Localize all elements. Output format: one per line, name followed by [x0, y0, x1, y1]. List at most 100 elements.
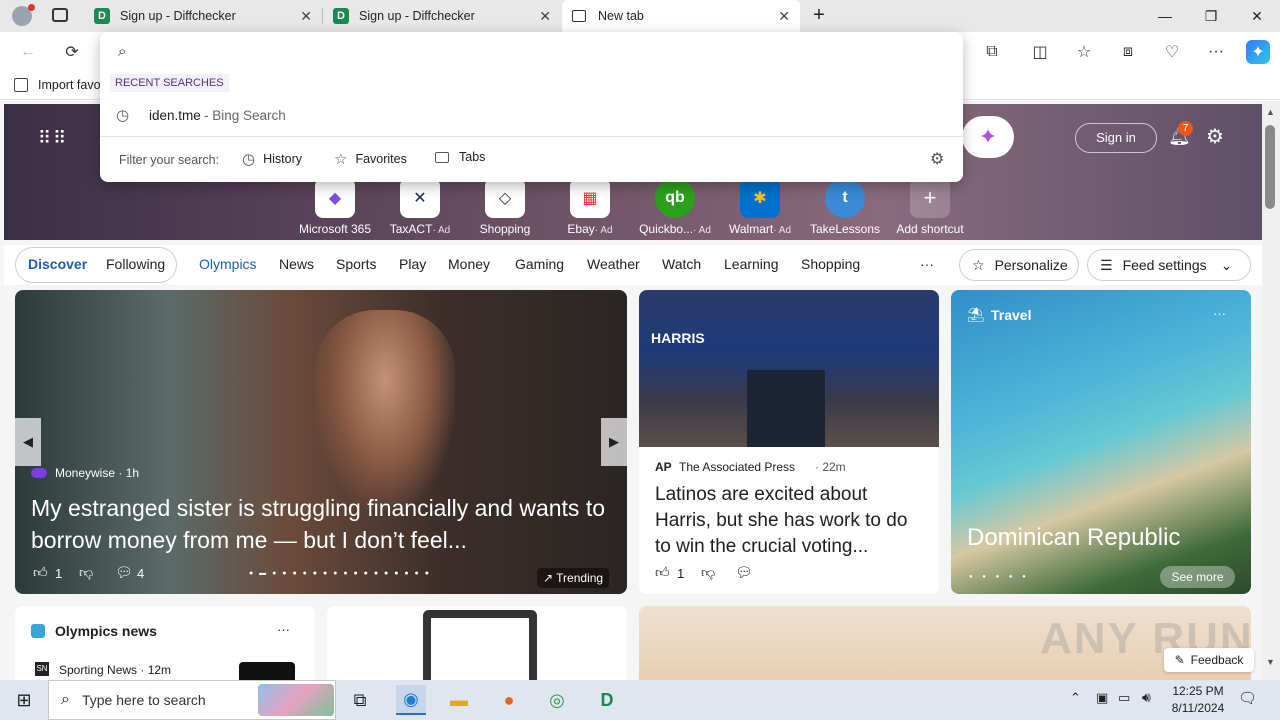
extensions-icon[interactable]: ⧉ [980, 40, 1004, 64]
carousel-dots[interactable]: ● ● ● ● ● [969, 574, 1030, 580]
page-scrollbar[interactable]: ▲ ▼ [1262, 101, 1280, 680]
tab-diffchecker-2[interactable]: D Sign up - Diffchecker ✕ [323, 0, 561, 32]
shortcut-microsoft-365[interactable]: ◆ Microsoft 365 [295, 178, 375, 236]
card-more-icon[interactable]: ··· [277, 622, 290, 637]
tab-diffchecker-1[interactable]: D Sign up - Diffchecker ✕ [84, 0, 322, 32]
scrollbar-thumb[interactable] [1265, 125, 1275, 209]
travel-title[interactable]: Dominican Republic [967, 524, 1180, 552]
next-arrow-button[interactable]: ▶ [601, 418, 627, 466]
main-story-card[interactable]: ◀ ▶ Moneywise · 1h My estranged sister i… [15, 290, 627, 594]
diffchecker-taskbar-icon[interactable]: D [592, 685, 622, 715]
shortcut-takelessons[interactable]: t TakeLessons [805, 178, 885, 236]
travel-card[interactable]: ⛱ Travel ··· Dominican Republic ● ● ● ● … [951, 290, 1251, 594]
import-favorites-link[interactable]: Import favo [38, 78, 101, 92]
collections-icon[interactable]: ⧈ [1116, 40, 1140, 64]
edge-taskbar-icon[interactable]: ◉ [396, 685, 426, 715]
product-card[interactable] [327, 606, 627, 686]
nav-watch[interactable]: Watch [662, 256, 701, 272]
personalize-button[interactable]: ☆ Personalize [959, 249, 1079, 281]
olympics-news-title: Olympics news [55, 623, 157, 639]
card-more-icon[interactable]: ··· [1213, 306, 1226, 321]
shortcut-walmart[interactable]: ✱ Walmart· Ad [720, 178, 800, 236]
firefox-icon[interactable]: ● [494, 685, 524, 715]
filter-history[interactable]: ◷ History [242, 150, 302, 168]
history-icon: ◷ [242, 151, 256, 168]
scroll-down-arrow-icon[interactable]: ▼ [1266, 657, 1275, 667]
recent-search-item[interactable]: ◷ iden.tme - Bing Search [100, 100, 963, 130]
notifications-icon[interactable]: 🗨︎ [1238, 689, 1257, 707]
clock-time[interactable]: 12:25 PM [1168, 684, 1228, 698]
olympics-news-card[interactable]: Olympics news ··· SN Sporting News · 12m [15, 606, 315, 686]
chrome-icon[interactable]: ◎ [542, 685, 572, 715]
network-icon[interactable]: ▭ [1118, 690, 1130, 706]
shortcut-taxact[interactable]: ✕ TaxACT· Ad [380, 178, 460, 236]
favorites-star-icon[interactable]: ☆ [1072, 40, 1096, 64]
tab-discover[interactable]: Discover [28, 256, 87, 272]
file-explorer-icon[interactable]: ▬ [444, 685, 474, 715]
story-headline[interactable]: Latinos are excited about Harris, but sh… [655, 482, 927, 560]
nav-play[interactable]: Play [399, 256, 426, 272]
filter-tabs[interactable]: Tabs [435, 150, 485, 164]
walmart-icon: ✱ [740, 178, 780, 218]
clock-date[interactable]: 8/11/2024 [1164, 701, 1232, 715]
windows-start-icon[interactable]: ⊞ [9, 685, 39, 715]
address-input[interactable] [144, 38, 944, 66]
nav-more-icon[interactable]: ··· [920, 256, 934, 272]
more-menu-icon[interactable]: ··· [1204, 40, 1228, 64]
copilot-icon[interactable]: ✦ [1246, 40, 1270, 64]
prev-arrow-button[interactable]: ◀ [15, 418, 41, 466]
see-more-button[interactable]: See more [1160, 566, 1235, 588]
restore-button[interactable]: ❐ [1188, 0, 1234, 32]
window-close-button[interactable]: ✕ [1234, 0, 1280, 32]
nav-money[interactable]: Money [448, 256, 490, 272]
nav-weather[interactable]: Weather [587, 256, 640, 272]
task-view-icon[interactable]: ⧉ [345, 685, 375, 715]
scroll-up-arrow-icon[interactable]: ▲ [1266, 107, 1275, 117]
news-story-card[interactable]: HARRIS AP The Associated Press · 22m Lat… [639, 290, 939, 594]
close-tab-icon[interactable]: ✕ [539, 8, 551, 25]
filter-favorites[interactable]: ☆ Favorites [334, 150, 407, 168]
back-icon[interactable]: ← [16, 40, 40, 64]
split-screen-icon[interactable]: ◫ [1028, 40, 1052, 64]
volume-icon[interactable]: 🔊︎ [1142, 689, 1151, 706]
browser-essentials-icon[interactable]: ♡ [1160, 40, 1184, 64]
feed-settings-button[interactable]: ☰ Feed settings ⌄ [1087, 249, 1251, 281]
dislike-icon[interactable]: 👎︎ [701, 564, 715, 581]
comment-icon[interactable]: 💬︎ [115, 564, 133, 581]
tab-new-tab[interactable]: New tab ✕ [562, 0, 800, 32]
tab-following[interactable]: Following [106, 256, 165, 272]
minimize-button[interactable]: — [1142, 0, 1188, 32]
add-shortcut-button[interactable]: + Add shortcut [890, 178, 970, 236]
new-tab-button[interactable]: + [808, 4, 830, 26]
nav-learning[interactable]: Learning [724, 256, 779, 272]
history-clock-icon: ◷ [116, 107, 130, 124]
recent-search-query: iden.tme [149, 108, 201, 123]
story-time: · 22m [815, 460, 846, 474]
shortcut-ebay[interactable]: ▦ Ebay· Ad [550, 178, 630, 236]
tray-device-icon[interactable]: ▣ [1096, 690, 1108, 706]
page-settings-gear-icon[interactable]: ⚙ [1206, 124, 1224, 149]
copilot-search-icon[interactable]: ✦ [962, 116, 1014, 158]
nav-sports[interactable]: Sports [336, 256, 376, 272]
search-settings-gear-icon[interactable]: ⚙ [930, 149, 944, 169]
feedback-button[interactable]: ✎ Feedback [1164, 648, 1254, 672]
nav-news[interactable]: News [279, 256, 314, 272]
close-tab-icon[interactable]: ✕ [300, 8, 312, 25]
tray-chevron-icon[interactable]: ⌃ [1070, 690, 1081, 706]
carousel-dots[interactable]: ● ▬ ● ● ● ● ● ● ● ● ● ● ● ● ● ● ● ● [249, 570, 431, 577]
story-headline[interactable]: My estranged sister is struggling financ… [31, 492, 617, 556]
shortcut-quickbooks[interactable]: qb Quickbo...· Ad [635, 178, 715, 236]
nav-shopping[interactable]: Shopping [801, 256, 860, 272]
dislike-icon[interactable]: 👎︎ [79, 564, 93, 581]
refresh-icon[interactable]: ⟳ [60, 40, 84, 64]
like-icon[interactable]: 👍︎ [655, 564, 670, 581]
comment-icon[interactable]: 💬︎ [735, 564, 753, 581]
like-icon[interactable]: 👍︎ [33, 564, 48, 581]
tab-actions-icon[interactable] [52, 8, 68, 22]
sign-in-button[interactable]: Sign in [1075, 123, 1157, 153]
close-tab-icon[interactable]: ✕ [778, 8, 790, 25]
nav-olympics[interactable]: Olympics [199, 256, 257, 272]
shortcut-shopping[interactable]: ◇ Shopping [465, 178, 545, 236]
nav-gaming[interactable]: Gaming [515, 256, 564, 272]
apps-grid-icon[interactable]: ⠿⠿ [38, 128, 68, 149]
